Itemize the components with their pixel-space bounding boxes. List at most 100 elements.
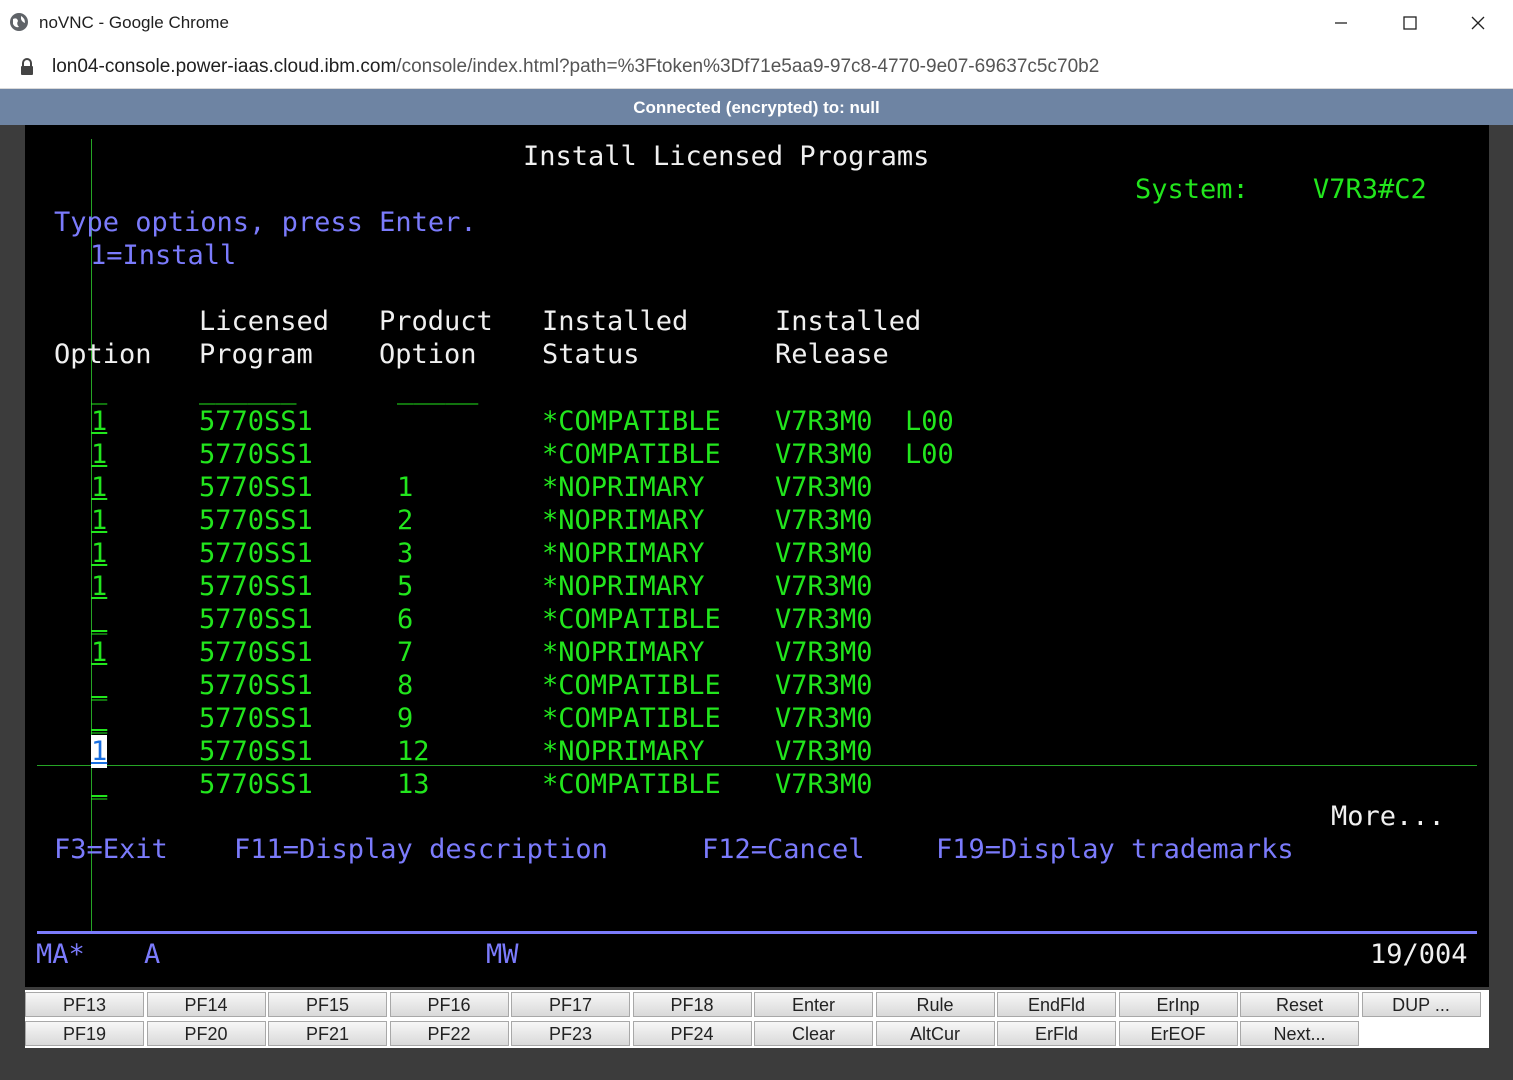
row-option-input[interactable]: 1 <box>91 438 107 471</box>
row-program: 5770SS1 <box>199 637 313 668</box>
key-endfld[interactable]: EndFld <box>997 992 1116 1017</box>
url-text[interactable]: lon04-console.power-iaas.cloud.ibm.com/c… <box>52 56 1099 78</box>
row-option-input[interactable]: _ <box>91 603 107 636</box>
key-pf23[interactable]: PF23 <box>511 1021 630 1046</box>
address-bar[interactable]: lon04-console.power-iaas.cloud.ibm.com/c… <box>0 47 1513 89</box>
key-reset[interactable]: Reset <box>1240 992 1359 1017</box>
key-pf22[interactable]: PF22 <box>389 1021 509 1046</box>
key-dup[interactable]: DUP ... <box>1361 992 1481 1017</box>
keypad: PF13 PF14 PF15 PF16 PF17 PF18 Enter Rule EndFld E… <box>25 990 1489 1048</box>
key-pf24[interactable]: PF24 <box>632 1021 752 1046</box>
header-installed-release: Installed <box>775 306 922 337</box>
position-program-input[interactable]: ______ <box>199 373 297 406</box>
row-program: 5770SS1 <box>199 604 313 635</box>
key-pf17[interactable]: PF17 <box>511 992 630 1017</box>
row-option-input[interactable]: 1 <box>91 735 108 768</box>
minimize-button[interactable] <box>1318 8 1364 38</box>
option-legend: 1=Install <box>90 240 237 271</box>
row-program: 5770SS1 <box>199 472 313 503</box>
row-product-option: 7 <box>397 637 414 668</box>
row-option-input[interactable]: 1 <box>91 636 107 669</box>
row-program: 5770SS1 <box>199 538 313 569</box>
row-status: *NOPRIMARY <box>542 571 705 602</box>
fkey-f3[interactable]: F3=Exit <box>54 833 168 866</box>
row-release: V7R3M0 L00 <box>775 406 954 437</box>
row-status: *NOPRIMARY <box>542 637 705 668</box>
key-pf16[interactable]: PF16 <box>389 992 509 1017</box>
row-option-input[interactable]: _ <box>91 768 107 801</box>
row-release: V7R3M0 <box>775 472 873 503</box>
key-pf14[interactable]: PF14 <box>146 992 266 1017</box>
row-option-input[interactable]: 1 <box>91 405 107 438</box>
window-title: noVNC - Google Chrome <box>39 13 229 32</box>
row-release: V7R3M0 <box>775 736 873 767</box>
row-product-option: 3 <box>397 538 414 569</box>
row-program: 5770SS1 <box>199 406 313 437</box>
header-release: Release <box>775 339 889 370</box>
row-option-input[interactable]: 1 <box>91 570 107 603</box>
header-option-2: Option <box>379 339 477 370</box>
row-release: V7R3M0 <box>775 637 873 668</box>
row-release: V7R3M0 <box>775 703 873 734</box>
row-option-input[interactable]: 1 <box>91 537 107 570</box>
key-erfld[interactable]: ErFld <box>997 1021 1116 1046</box>
row-release: V7R3M0 <box>775 538 873 569</box>
key-ereof[interactable]: ErEOF <box>1118 1021 1238 1046</box>
row-option-input[interactable]: 1 <box>91 471 107 504</box>
cursor-position: 19/004 <box>1370 939 1468 970</box>
row-option-input[interactable]: _ <box>91 669 107 702</box>
row-product-option: 9 <box>397 703 414 734</box>
key-pf15[interactable]: PF15 <box>268 992 387 1017</box>
row-release: V7R3M0 L00 <box>775 439 954 470</box>
row-status: *NOPRIMARY <box>542 736 705 767</box>
status-indicator-mw: MW <box>486 939 519 970</box>
key-altcur[interactable]: AltCur <box>875 1021 995 1046</box>
row-status: *NOPRIMARY <box>542 538 705 569</box>
key-pf18[interactable]: PF18 <box>632 992 752 1017</box>
system-name: V7R3#C2 <box>1313 174 1427 205</box>
row-status: *NOPRIMARY <box>542 505 705 536</box>
row-product-option: 1 <box>397 472 414 503</box>
status-indicator-mode: A <box>144 939 161 970</box>
row-program: 5770SS1 <box>199 769 313 800</box>
header-option: Option <box>54 339 152 370</box>
browser-titlebar: noVNC - Google Chrome <box>0 0 1513 47</box>
screen-title: Install Licensed Programs <box>523 141 930 172</box>
lock-icon <box>21 58 33 75</box>
row-program: 5770SS1 <box>199 670 313 701</box>
fkey-f11[interactable]: F11=Display description <box>234 833 608 866</box>
row-product-option: 5 <box>397 571 414 602</box>
key-pf20[interactable]: PF20 <box>146 1021 266 1046</box>
header-installed-status: Installed <box>542 306 689 337</box>
row-option-input[interactable]: 1 <box>91 504 107 537</box>
row-product-option: 8 <box>397 670 414 701</box>
key-pf19[interactable]: PF19 <box>25 1021 144 1046</box>
position-product-input[interactable]: _____ <box>397 373 478 406</box>
vnc-status-bar: Connected (encrypted) to: null <box>0 89 1513 125</box>
key-pf13[interactable]: PF13 <box>25 992 144 1017</box>
row-program: 5770SS1 <box>199 736 313 767</box>
position-option-input[interactable]: _ <box>91 373 107 406</box>
key-pf21[interactable]: PF21 <box>268 1021 387 1046</box>
terminal-screen[interactable]: Install Licensed Programs System: V7R3#C… <box>25 125 1489 987</box>
fkey-f12[interactable]: F12=Cancel <box>702 833 865 866</box>
row-program: 5770SS1 <box>199 703 313 734</box>
status-separator <box>37 931 1477 934</box>
row-release: V7R3M0 <box>775 670 873 701</box>
key-next[interactable]: Next... <box>1240 1021 1359 1046</box>
key-rule[interactable]: Rule <box>875 992 995 1017</box>
instructions: Type options, press Enter. <box>54 207 477 238</box>
row-status: *COMPATIBLE <box>542 703 721 734</box>
key-erinp[interactable]: ErInp <box>1118 992 1238 1017</box>
row-release: V7R3M0 <box>775 604 873 635</box>
maximize-button[interactable] <box>1387 8 1433 38</box>
header-licensed: Licensed <box>199 306 330 337</box>
key-enter[interactable]: Enter <box>754 992 873 1017</box>
row-option-input[interactable]: _ <box>91 702 107 735</box>
fkey-f19[interactable]: F19=Display trademarks <box>936 833 1294 866</box>
close-button[interactable] <box>1455 8 1501 38</box>
maximize-icon <box>1403 16 1417 30</box>
row-status: *COMPATIBLE <box>542 604 721 635</box>
key-clear[interactable]: Clear <box>754 1021 873 1046</box>
status-indicator-ma: MA* <box>36 939 85 970</box>
